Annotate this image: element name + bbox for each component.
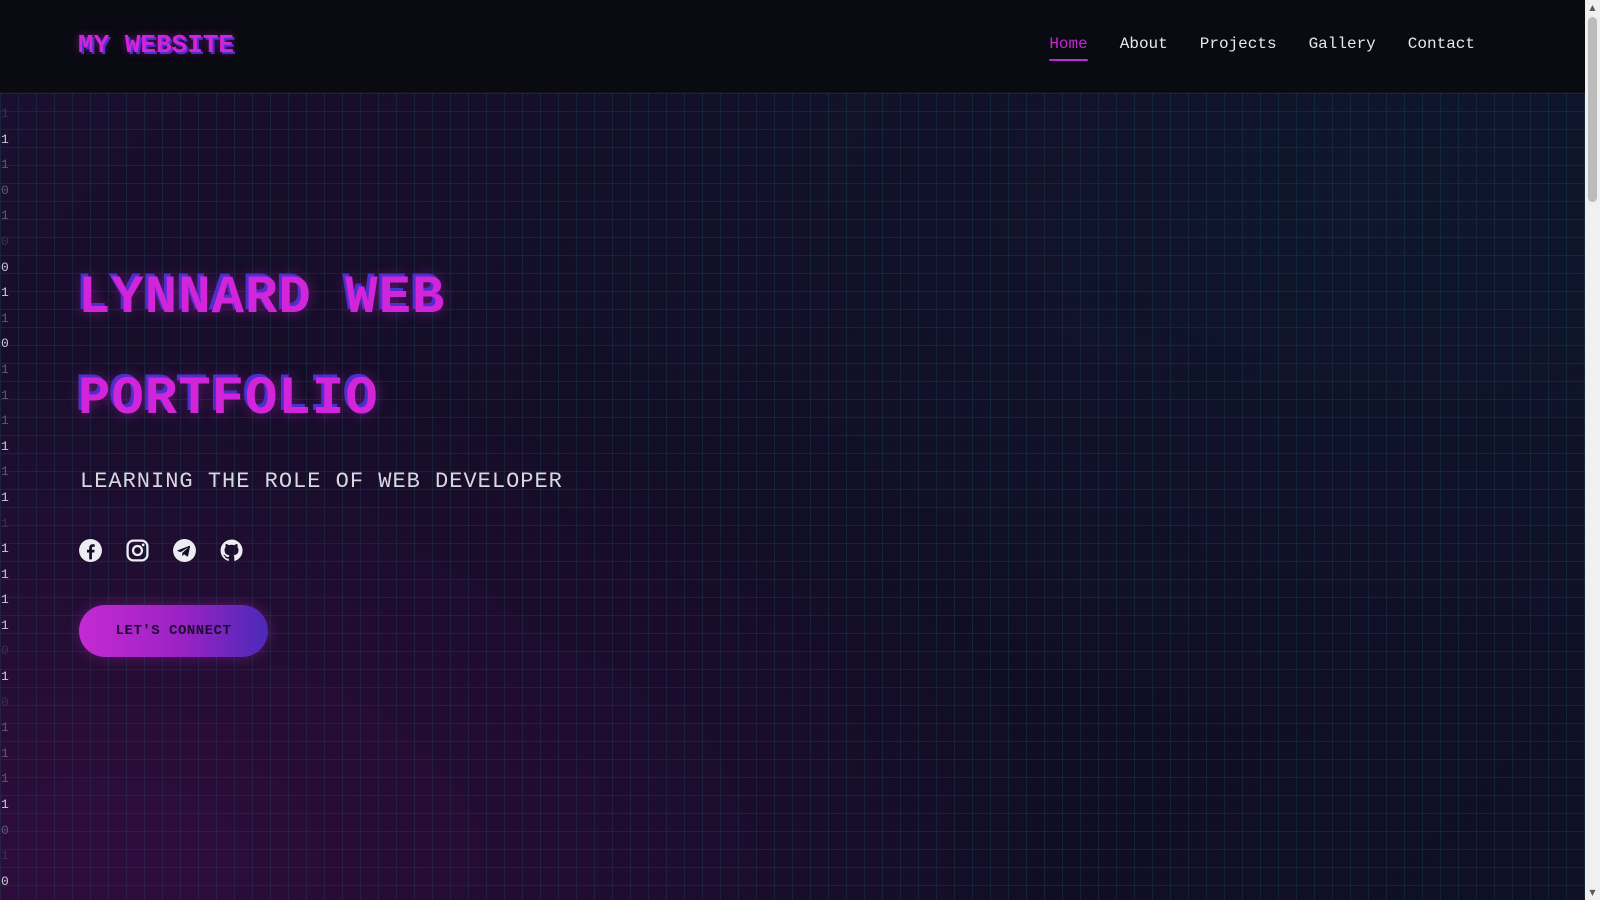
binary-digit: 0 bbox=[1, 233, 9, 249]
binary-digit: 0 bbox=[1, 643, 9, 659]
binary-digit: 1 bbox=[1, 745, 9, 761]
hero-title-line-2: PORTFOLIO bbox=[78, 369, 379, 430]
binary-digit: 1 bbox=[1, 157, 9, 173]
binary-digit: 1 bbox=[1, 489, 9, 505]
binary-digit: 1 bbox=[1, 285, 9, 301]
binary-digit: 1 bbox=[1, 541, 9, 557]
lets-connect-button[interactable]: LET'S CONNECT bbox=[79, 605, 268, 657]
telegram-icon[interactable] bbox=[172, 538, 197, 563]
binary-digit: 0 bbox=[1, 259, 9, 275]
binary-digit: 1 bbox=[1, 387, 9, 403]
binary-digit: 0 bbox=[1, 822, 9, 838]
hero-title-line-1: LYNNARD WEB bbox=[78, 268, 446, 329]
page-scrollbar[interactable]: ▲ ▼ bbox=[1585, 0, 1600, 900]
hero-title: LYNNARD WEB PORTFOLIO bbox=[78, 248, 445, 450]
binary-digit: 0 bbox=[1, 336, 9, 352]
background-grid bbox=[0, 93, 1585, 900]
binary-digit: 1 bbox=[1, 208, 9, 224]
binary-digit: 0 bbox=[1, 694, 9, 710]
nav-link-projects[interactable]: Projects bbox=[1200, 35, 1277, 61]
binary-digit: 1 bbox=[1, 720, 9, 736]
github-icon[interactable] bbox=[219, 538, 244, 563]
binary-rain-column: 1 1 1 0 1 0 0 1 1 0 1 1 1 1 1 1 1 1 1 1 1 0 1 0 1 1 1 1 0 1 0 bbox=[0, 101, 14, 894]
binary-digit: 1 bbox=[1, 771, 9, 787]
page: MY WEBSITE Home About Projects Gallery C… bbox=[0, 0, 1600, 900]
site-logo[interactable]: MY WEBSITE bbox=[78, 30, 234, 60]
main-nav: Home About Projects Gallery Contact bbox=[1049, 35, 1475, 61]
hero-tagline: LEARNING THE ROLE OF WEB DEVELOPER bbox=[80, 469, 563, 494]
hero-section: 1 1 1 0 1 0 0 1 1 0 1 1 1 1 1 1 1 1 1 1 1 0 1 0 1 1 1 1 0 1 0 LYNNARD … bbox=[0, 93, 1585, 900]
scroll-thumb[interactable] bbox=[1588, 17, 1597, 202]
binary-digit: 1 bbox=[1, 592, 9, 608]
binary-digit: 1 bbox=[1, 131, 9, 147]
binary-digit: 0 bbox=[1, 873, 9, 889]
binary-digit: 1 bbox=[1, 361, 9, 377]
binary-digit: 1 bbox=[1, 848, 9, 864]
binary-digit: 1 bbox=[1, 438, 9, 454]
binary-digit: 1 bbox=[1, 413, 9, 429]
nav-link-gallery[interactable]: Gallery bbox=[1309, 35, 1376, 61]
nav-link-home[interactable]: Home bbox=[1049, 35, 1089, 61]
nav-link-about[interactable]: About bbox=[1120, 35, 1168, 61]
site-header: MY WEBSITE Home About Projects Gallery C… bbox=[0, 0, 1585, 93]
binary-digit: 1 bbox=[1, 797, 9, 813]
social-links bbox=[78, 538, 244, 563]
binary-digit: 1 bbox=[1, 515, 9, 531]
nav-link-contact[interactable]: Contact bbox=[1408, 35, 1475, 61]
scroll-up-arrow-icon[interactable]: ▲ bbox=[1585, 0, 1600, 15]
binary-digit: 1 bbox=[1, 464, 9, 480]
facebook-icon[interactable] bbox=[78, 538, 103, 563]
binary-digit: 0 bbox=[1, 182, 9, 198]
binary-digit: 1 bbox=[1, 106, 9, 121]
scroll-down-arrow-icon[interactable]: ▼ bbox=[1585, 885, 1600, 900]
binary-digit: 1 bbox=[1, 669, 9, 685]
binary-digit: 1 bbox=[1, 617, 9, 633]
instagram-icon[interactable] bbox=[125, 538, 150, 563]
binary-digit: 1 bbox=[1, 566, 9, 582]
binary-digit: 1 bbox=[1, 310, 9, 326]
